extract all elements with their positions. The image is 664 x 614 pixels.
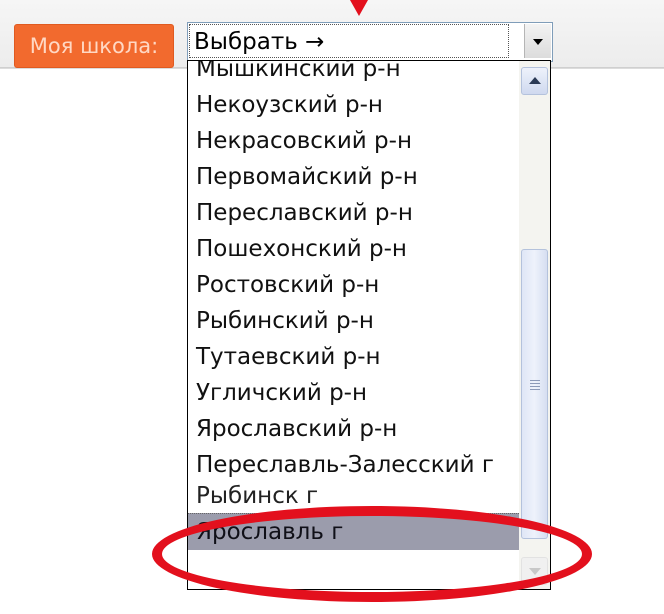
my-school-label: Моя школа: (14, 24, 174, 68)
option-list: Мышкинский р-н Некоузский р-н Некрасовск… (188, 61, 521, 550)
option-nekrasovsky[interactable]: Некрасовский р-н (188, 123, 521, 159)
chevron-down-icon (533, 39, 543, 45)
option-pereslavl-zalessky[interactable]: Переславль-Залесский г (188, 447, 521, 483)
select-current-value: Выбрать → (189, 24, 509, 58)
chevron-up-icon (529, 77, 541, 84)
select-dropdown-button[interactable] (524, 24, 551, 58)
option-poshekhonsky[interactable]: Пошехонский р-н (188, 231, 521, 267)
option-tutaevsky[interactable]: Тутаевский р-н (188, 339, 521, 375)
scroll-up-button[interactable] (521, 67, 548, 95)
annotation-highlight-circle (152, 506, 592, 602)
grip-icon (530, 380, 540, 390)
scrollbar[interactable] (519, 61, 550, 589)
option-rostovsky[interactable]: Ростовский р-н (188, 267, 521, 303)
option-rybinsky[interactable]: Рыбинский р-н (188, 303, 521, 339)
option-uglichsky[interactable]: Угличский р-н (188, 375, 521, 411)
option-pereslavsky[interactable]: Переславский р-н (188, 195, 521, 231)
school-select[interactable]: Выбрать → (187, 22, 553, 62)
option-yaroslavsky[interactable]: Ярославский р-н (188, 411, 521, 447)
option-pervomaysky[interactable]: Первомайский р-н (188, 159, 521, 195)
option-myshkinsky[interactable]: Мышкинский р-н (188, 61, 521, 87)
scroll-thumb[interactable] (521, 249, 548, 539)
option-nekouzsky[interactable]: Некоузский р-н (188, 87, 521, 123)
annotation-arrow-icon (350, 0, 368, 16)
